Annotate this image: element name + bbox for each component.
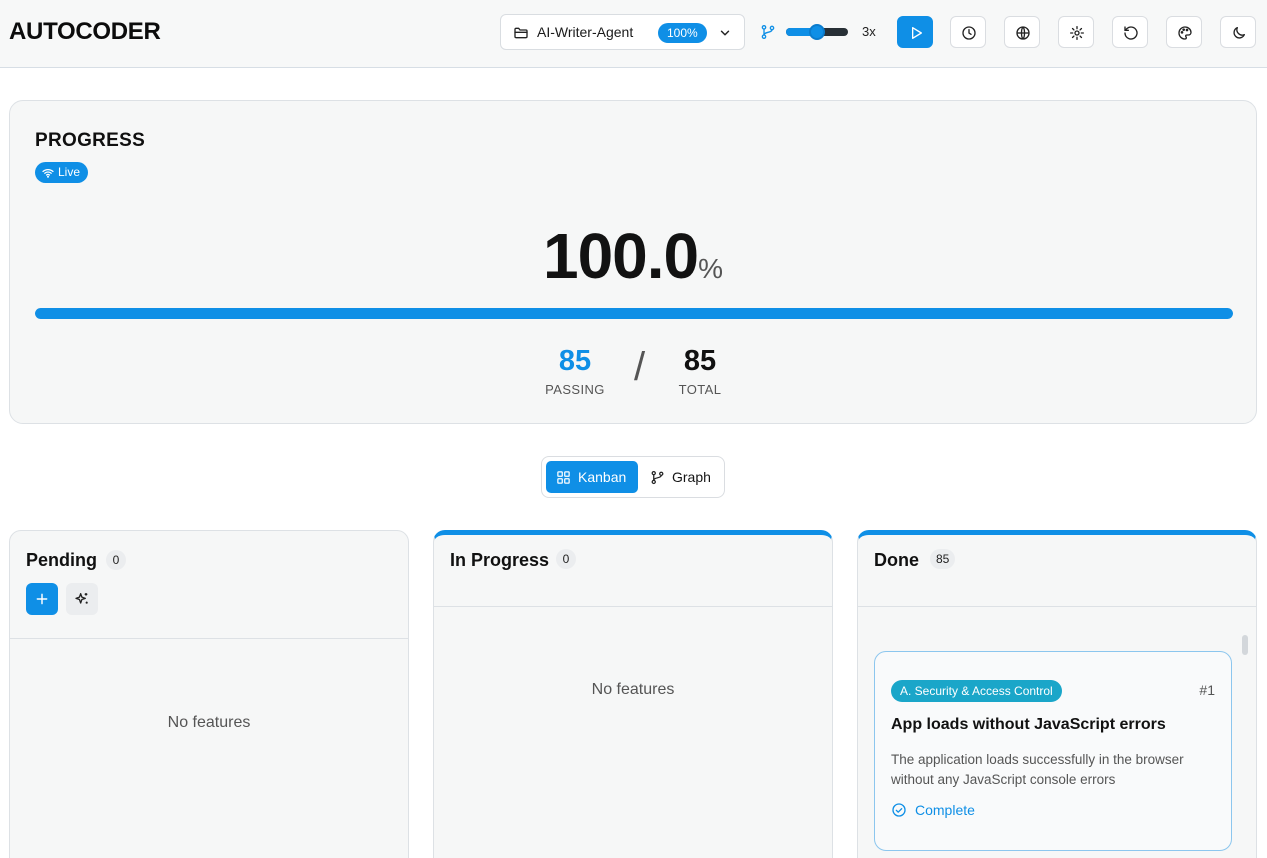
total-stat: 85 TOTAL	[670, 345, 730, 397]
feature-description: The application loads successfully in th…	[891, 752, 1184, 787]
history-button[interactable]	[950, 16, 986, 48]
feature-title: App loads without JavaScript errors	[891, 716, 1166, 733]
project-progress-badge: 100%	[658, 23, 707, 43]
pending-count: 0	[106, 550, 126, 570]
progress-title: PROGRESS	[35, 130, 146, 151]
in-progress-column-header: In Progress 0	[434, 535, 832, 607]
in-progress-empty-text: No features	[591, 681, 675, 698]
scrollbar[interactable]	[1242, 635, 1248, 655]
progress-card: PROGRESS Live 100.0% 85 PASSING / 85 TOT…	[9, 100, 1257, 424]
view-toggle: Kanban Graph	[541, 456, 725, 498]
status-label: Complete	[915, 802, 975, 818]
done-title: Done	[874, 550, 919, 570]
pending-title: Pending	[26, 550, 97, 570]
stat-separator: /	[634, 345, 646, 389]
theme-button[interactable]	[1166, 16, 1202, 48]
in-progress-title: In Progress	[450, 550, 550, 570]
pending-column: Pending 0 No features	[9, 530, 409, 858]
feature-id: #1	[1199, 682, 1215, 698]
done-column: Done 85 A. Security & Access Control #1 …	[857, 530, 1257, 858]
passing-value: 85	[558, 345, 592, 377]
reset-button[interactable]	[1112, 16, 1148, 48]
wifi-icon	[42, 167, 54, 179]
passing-label: PASSING	[545, 382, 605, 397]
slider-thumb[interactable]	[809, 24, 825, 40]
progress-percent-value: 100.0	[542, 220, 699, 292]
app-logo: AUTOCODER	[9, 18, 161, 45]
kanban-label: Kanban	[578, 469, 627, 485]
folder-icon	[513, 25, 529, 41]
kanban-view-button[interactable]: Kanban	[546, 461, 638, 493]
git-branch-icon	[760, 24, 776, 40]
grid-icon	[556, 470, 571, 485]
category-badge: A. Security & Access Control	[891, 680, 1062, 702]
total-label: TOTAL	[678, 382, 722, 397]
in-progress-column: In Progress 0 No features	[433, 530, 833, 858]
passing-stat: 85 PASSING	[545, 345, 605, 397]
check-circle-icon	[891, 802, 907, 818]
progress-bar	[35, 308, 1233, 319]
settings-button[interactable]	[1058, 16, 1094, 48]
dark-mode-button[interactable]	[1220, 16, 1256, 48]
ai-generate-button[interactable]	[66, 583, 98, 615]
project-name: AI-Writer-Agent	[537, 24, 634, 40]
speed-slider[interactable]	[786, 24, 848, 40]
done-column-header: Done 85	[858, 535, 1256, 607]
git-branch-icon	[650, 470, 665, 485]
app-header: AUTOCODER AI-Writer-Agent 100% 3x	[0, 0, 1267, 68]
feature-status: Complete	[891, 802, 975, 818]
in-progress-count: 0	[556, 549, 576, 569]
play-button[interactable]	[897, 16, 933, 48]
pending-empty-text: No features	[167, 714, 251, 731]
pending-column-header: Pending 0	[10, 531, 408, 639]
project-selector[interactable]: AI-Writer-Agent 100%	[500, 14, 745, 50]
add-feature-button[interactable]	[26, 583, 58, 615]
graph-label: Graph	[672, 469, 711, 485]
progress-percent-symbol: %	[698, 253, 724, 284]
feature-card[interactable]: A. Security & Access Control #1 App load…	[874, 651, 1232, 851]
live-badge: Live	[35, 162, 89, 183]
progress-bar-fill	[35, 308, 1233, 319]
live-label: Live	[58, 165, 81, 179]
progress-percent: 100.0%	[10, 219, 1256, 293]
total-value: 85	[683, 345, 717, 377]
done-count: 85	[930, 549, 956, 569]
speed-label: 3x	[862, 24, 876, 39]
web-button[interactable]	[1004, 16, 1040, 48]
graph-view-button[interactable]: Graph	[640, 461, 721, 493]
chevron-down-icon[interactable]	[718, 26, 732, 40]
